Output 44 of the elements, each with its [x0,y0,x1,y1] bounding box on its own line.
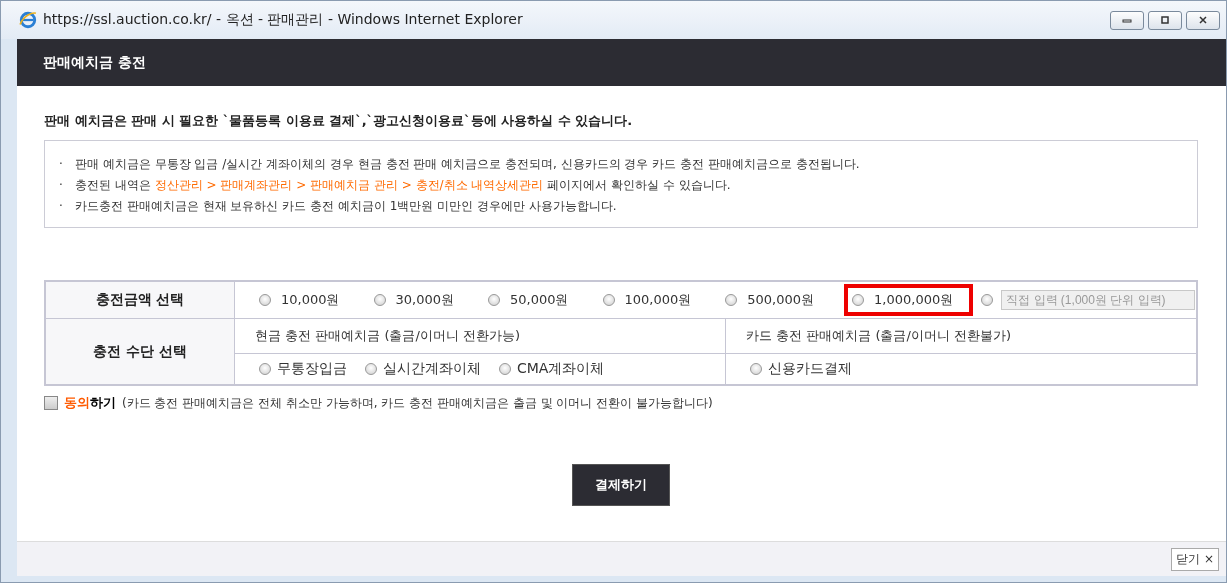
minimize-icon [1121,16,1133,24]
bullet: · [59,177,64,194]
method-label: 무통장입금 [277,360,347,378]
radio-button[interactable] [373,294,386,306]
minimize-button[interactable] [1110,10,1144,30]
maximize-icon [1159,16,1171,24]
window-title: https://ssl.auction.co.kr/ - 옥션 - 판매관리 - Windows Internet Explorer [43,11,524,29]
page-title: 판매예치금 충전 [43,53,146,72]
radio-button[interactable] [750,363,762,375]
method-label: CMA계좌이체 [517,360,605,378]
radio-button[interactable] [852,294,865,306]
radio-button[interactable] [259,363,271,375]
method-label: 신용카드결제 [768,360,852,378]
amount-label: 50,000원 [510,291,569,309]
radio-button[interactable] [365,363,377,375]
radio-button[interactable] [602,294,615,306]
amount-label: 500,000원 [747,291,815,309]
notice-text: 충전된 내역은 정산관리 > 판매계좌관리 > 판매예치금 관리 > 충전/취소 내역상세관리 페이지에서 확인하실 수 있습니다. [75,177,731,194]
notice-text: 판매 예치금은 무통장 입금 /실시간 계좌이체의 경우 현금 충전 판매 예치금으로 충전되며, 신용카드의 경우 카드 충전 판매예치금으로 충전됩니다. [75,156,860,173]
bullet: · [59,156,64,173]
close-button[interactable] [1186,10,1220,30]
amount-label: 100,000원 [624,291,692,309]
amount-label: 10,000원 [281,291,340,309]
checkbox[interactable] [44,396,58,410]
amount-label: 1,000,000원 [874,291,954,309]
radio-button[interactable] [259,294,271,306]
browser-logo-icon [19,11,37,29]
pay-button[interactable]: 결제하기 [572,464,670,506]
table-header-cell: 충전 수단 선택 [45,318,235,385]
agree-note: (카드 충전 판매예치금은 전체 취소만 가능하며, 카드 충전 판매예치금은 출금 및 이머니 전환이 불가능합니다) [122,394,713,412]
maximize-button[interactable] [1148,10,1182,30]
radio-button[interactable] [725,294,738,306]
table-header-cell: 충전금액 선택 [45,281,235,319]
intro-text: 판매 예치금은 판매 시 필요한 `물품등록 이용료 결제`,`광고신청이용료`등에 사용하실 수 있습니다. [44,112,634,130]
radio-button[interactable] [499,363,511,375]
method-label: 실시간계좌이체 [383,360,481,378]
bullet: · [59,198,64,215]
close-icon [1197,16,1209,24]
radio-button[interactable] [488,294,500,306]
notice-text: 카드충전 판매예치금은 현재 보유하신 카드 충전 예치금이 1백만원 미만인 경우에만 사용가능합니다. [75,198,617,215]
amount-label: 30,000원 [395,291,454,309]
agree-label: 동의하기 [64,394,116,412]
close-dialog-button[interactable]: 닫기 × [1171,547,1219,571]
table-cell: 현금 충전 판매예치금 (출금/이머니 전환가능) [234,318,726,354]
